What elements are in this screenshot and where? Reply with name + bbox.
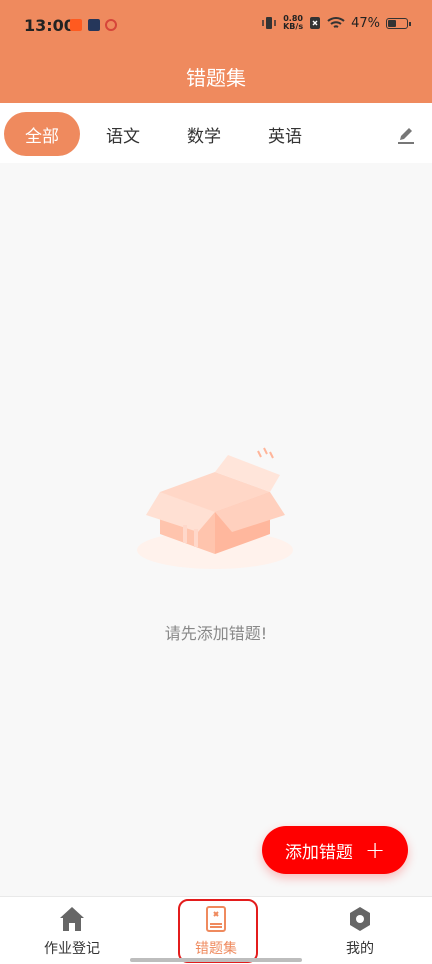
home-icon	[60, 907, 84, 931]
app-header: 13:00 0.80 KB/s 47% 错题集	[0, 0, 432, 103]
notification-link-icon	[105, 19, 117, 31]
nav-homework-registration[interactable]: 作业登记	[0, 897, 144, 964]
nav-label-homework: 作业登记	[44, 941, 100, 957]
add-wrong-question-button[interactable]: 添加错题 +	[262, 826, 408, 874]
nav-wrong-question-set[interactable]: 错题集	[144, 897, 288, 964]
status-time: 13:00	[24, 16, 75, 35]
notification-play-icon	[88, 19, 100, 31]
wrong-book-icon	[206, 906, 226, 932]
bottom-navigation: 作业登记 错题集 我的	[0, 896, 432, 964]
nav-profile[interactable]: 我的	[288, 897, 432, 964]
wifi-icon	[327, 17, 345, 28]
vibrate-icon	[262, 17, 276, 29]
subject-tabs: 全部 语文 数学 英语	[0, 103, 432, 163]
nav-label-profile: 我的	[346, 941, 374, 957]
page-title: 错题集	[186, 66, 246, 90]
status-right: 0.80 KB/s 47%	[261, 15, 411, 31]
empty-box-illustration	[130, 445, 300, 580]
network-speed-unit: KB/s	[283, 22, 304, 31]
battery-icon	[386, 17, 411, 29]
battery-percent: 47%	[351, 15, 380, 31]
nav-label-wrong-question: 错题集	[195, 941, 237, 957]
sim-off-icon	[310, 17, 321, 29]
network-speed: 0.80 KB/s	[283, 15, 303, 31]
battery-level	[388, 19, 396, 27]
hexagon-profile-icon	[350, 907, 370, 931]
empty-state-message: 请先添加错题!	[164, 624, 268, 643]
add-wrong-question-label: 添加错题	[284, 842, 353, 863]
status-bar: 13:00 0.80 KB/s 47%	[0, 0, 432, 50]
edit-pencil-icon[interactable]	[396, 125, 416, 145]
tab-english[interactable]: 英语	[248, 112, 322, 156]
empty-box-icon	[137, 447, 293, 569]
notification-app-icon	[70, 19, 82, 31]
plus-icon: +	[364, 836, 386, 864]
tab-math[interactable]: 数学	[167, 112, 241, 156]
tab-chinese[interactable]: 语文	[86, 112, 160, 156]
tab-all[interactable]: 全部	[4, 112, 80, 156]
home-indicator[interactable]	[130, 958, 302, 962]
